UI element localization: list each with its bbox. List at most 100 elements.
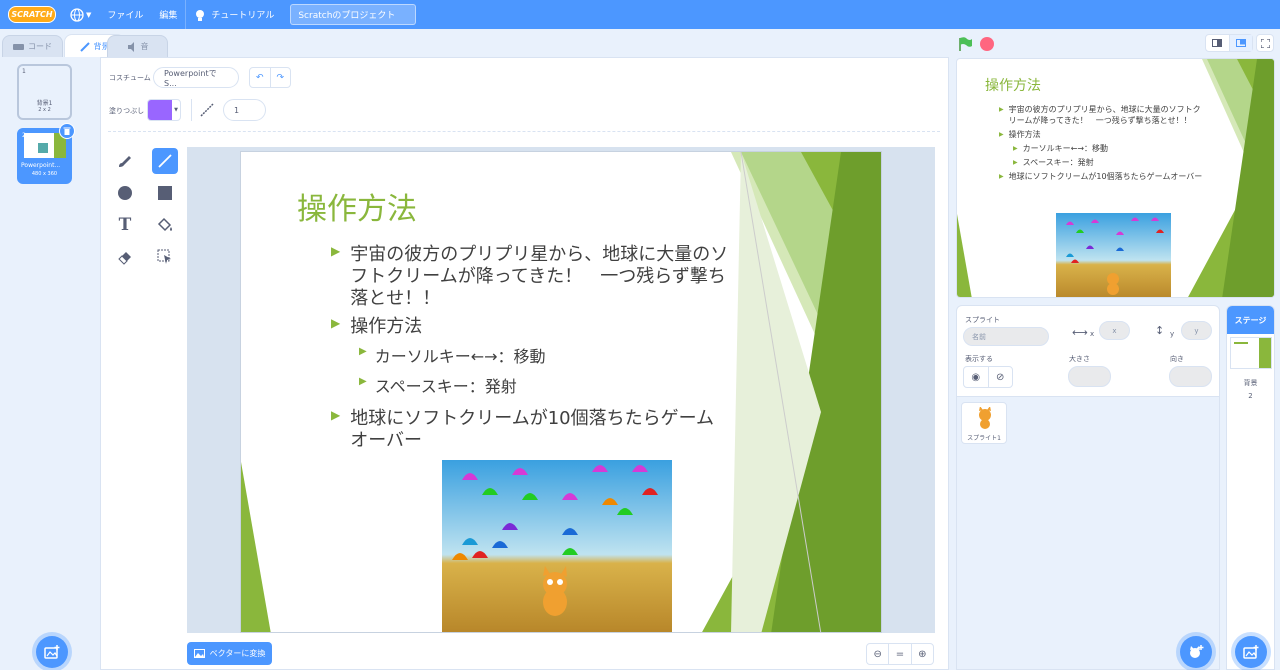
costume-item-1[interactable]: 1 背景1 2 x 2: [17, 64, 72, 120]
cat-add-icon: [1190, 645, 1204, 658]
eraser-tool[interactable]: [112, 244, 138, 270]
tab-code[interactable]: コード: [2, 35, 63, 57]
slide-bullet: ▶ カーソルキー←→：移動: [359, 346, 731, 368]
y-input[interactable]: y: [1181, 321, 1212, 340]
chevron-down-icon: ▼: [86, 10, 92, 19]
fill-tool[interactable]: [152, 212, 178, 238]
bullet-icon: ▶: [331, 316, 341, 330]
y-label: y: [1170, 330, 1175, 338]
choose-backdrop-button[interactable]: [36, 636, 68, 668]
choose-sprite-button[interactable]: [1180, 636, 1212, 668]
x-input[interactable]: x: [1099, 321, 1130, 340]
sprite-name-input[interactable]: 名前: [963, 327, 1049, 346]
visibility-toggle: ◉ ⊘: [963, 366, 1013, 388]
outline-width-input[interactable]: 1: [223, 99, 266, 121]
eraser-icon: [118, 252, 131, 265]
costume-index: 1: [22, 68, 26, 75]
stage-panel[interactable]: ステージ 背景 2: [1226, 305, 1275, 670]
zoom-in-button[interactable]: ⊕: [912, 644, 933, 664]
fullscreen-button[interactable]: [1256, 34, 1274, 52]
select-icon: [157, 249, 171, 264]
zoom-out-button[interactable]: ⊖: [867, 644, 890, 664]
game-screenshot: [442, 460, 672, 632]
backdrop-image: 操作方法 ▶ 宇宙の彼方のプリプリ星から、地球に大量のソフトクリームが降ってきた！…: [240, 151, 882, 633]
tab-sounds-label: 音: [140, 42, 149, 51]
delete-costume-button[interactable]: [59, 123, 75, 139]
small-stage-icon: [1212, 39, 1223, 47]
project-title-input[interactable]: Scratchのプロジェクト: [290, 4, 417, 25]
costume-thumbnail: [24, 133, 66, 158]
stage-bullet: ▶ 宇宙の彼方のプリプリ星から、地球に大量のソフトクリームが降ってきた！ 一つ残ら…: [999, 104, 1204, 126]
bullet-icon: ▶: [1013, 145, 1018, 152]
zoom-controls: ⊖ = ⊕: [866, 643, 934, 665]
stage-size-toggle: [1205, 34, 1253, 52]
edit-menu[interactable]: 編集: [151, 0, 185, 29]
sprite-item[interactable]: スプライト1: [961, 402, 1007, 444]
choose-stage-backdrop-button[interactable]: [1235, 636, 1267, 668]
brush-icon: [119, 156, 131, 167]
text-tool[interactable]: T: [112, 212, 138, 238]
convert-to-vector-button[interactable]: ベクターに変換: [187, 642, 272, 665]
trash-icon: [63, 127, 71, 135]
zoom-out-icon: ⊖: [873, 648, 882, 660]
globe-icon: [70, 7, 84, 22]
show-label: 表示する: [965, 355, 993, 363]
undo-redo-group: ↶ ↷: [249, 67, 291, 88]
line-tool[interactable]: [152, 148, 178, 174]
tab-sounds[interactable]: 音: [107, 35, 168, 57]
brush-tool[interactable]: [112, 148, 138, 174]
fill-color-picker[interactable]: ▼: [147, 99, 181, 121]
language-menu[interactable]: ▼: [62, 0, 99, 29]
small-stage-button[interactable]: [1206, 35, 1230, 51]
tab-code-label: コード: [28, 42, 52, 51]
stage-game-screenshot: [1056, 213, 1171, 297]
scratch-logo[interactable]: SCRATCH: [8, 6, 56, 23]
slide-title: 操作方法: [297, 192, 417, 227]
paint-bucket-icon: [157, 217, 172, 232]
circle-tool[interactable]: [112, 180, 138, 206]
size-label: 大きさ: [1069, 355, 1090, 363]
bullet-text: 地球にソフトクリームが10個落ちたらゲームオーバー: [350, 408, 715, 451]
backdrops-count: 2: [1248, 392, 1253, 400]
undo-button[interactable]: ↶: [250, 68, 271, 87]
select-tool[interactable]: [152, 244, 178, 270]
x-label: x: [1090, 330, 1095, 338]
green-flag-icon[interactable]: [957, 36, 973, 52]
speaker-icon: [127, 41, 134, 52]
costume-name: Powerpoint...: [21, 162, 61, 169]
outline-width-icon: [200, 103, 214, 117]
large-stage-button[interactable]: [1229, 35, 1252, 51]
large-stage-icon: [1235, 39, 1246, 47]
slide-bullet: ▶ 地球にソフトクリームが10個落ちたらゲームオーバー: [331, 408, 731, 452]
fill-color-swatch: [148, 100, 172, 120]
bullet-text: スペースキー：発射: [374, 377, 517, 396]
y-arrow-icon: ↕: [1155, 324, 1165, 337]
costume-name-input[interactable]: PowerpointでS...: [153, 67, 239, 88]
stage-slide-bullets: ▶ 宇宙の彼方のプリプリ星から、地球に大量のソフトクリームが降ってきた！ 一つ残ら…: [999, 104, 1204, 182]
cat-sprite-icon: [979, 407, 991, 429]
sprite-label: スプライト: [965, 316, 1000, 324]
slide-bullet: ▶ 宇宙の彼方のプリプリ星から、地球に大量のソフトクリームが降ってきた！ 一つ残ら…: [331, 244, 731, 310]
hide-button[interactable]: ⊘: [989, 367, 1013, 387]
direction-input[interactable]: [1169, 366, 1212, 387]
tutorial-button[interactable]: チュートリアル: [185, 0, 282, 29]
bullet-icon: ▶: [359, 346, 367, 357]
zoom-reset-button[interactable]: =: [889, 644, 912, 664]
code-icon: [13, 43, 24, 50]
rectangle-icon: [158, 186, 172, 200]
file-menu[interactable]: ファイル: [99, 0, 151, 29]
stop-icon[interactable]: [979, 36, 995, 52]
size-input[interactable]: [1068, 366, 1111, 387]
bullet-text: 操作方法: [350, 316, 423, 337]
bullet-text: カーソルキー←→：移動: [1022, 144, 1109, 153]
redo-icon: ↷: [276, 72, 285, 83]
tutorial-label: チュートリアル: [211, 11, 275, 21]
redo-button[interactable]: ↷: [271, 68, 291, 87]
add-backdrop-icon: [1243, 645, 1259, 659]
costume-size: 480 x 360: [31, 171, 58, 177]
bullet-icon: ▶: [999, 106, 1004, 113]
show-button[interactable]: ◉: [964, 367, 989, 387]
stage[interactable]: 操作方法 ▶ 宇宙の彼方のプリプリ星から、地球に大量のソフトクリームが降ってきた！…: [956, 58, 1275, 298]
rectangle-tool[interactable]: [152, 180, 178, 206]
circle-icon: [118, 186, 132, 200]
